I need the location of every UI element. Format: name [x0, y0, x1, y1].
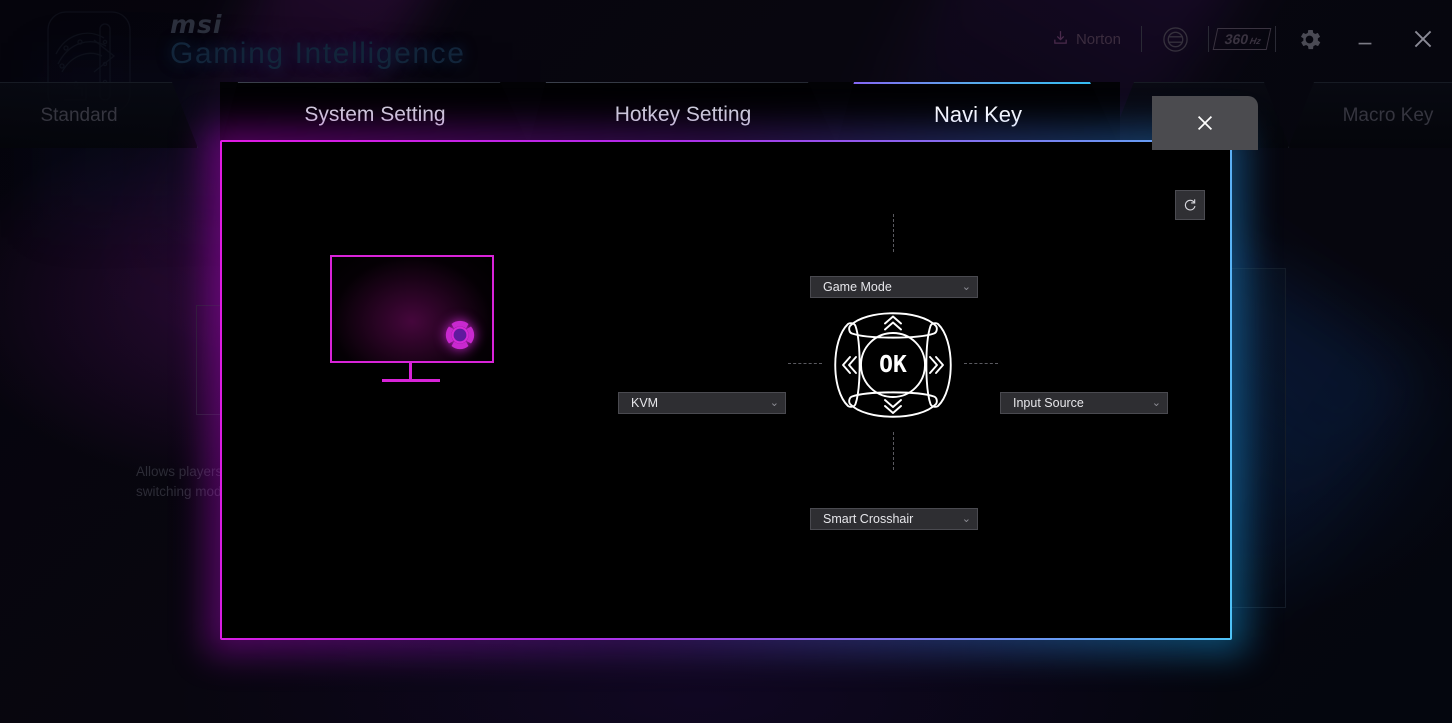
dropdown-down-function[interactable]: Smart Crosshair ⌄ — [810, 508, 978, 530]
dropdown-value: Input Source — [1013, 396, 1084, 410]
reset-icon — [1184, 199, 1196, 211]
dropdown-up-function[interactable]: Game Mode ⌄ — [810, 276, 978, 298]
norton-label: Norton — [1075, 30, 1121, 48]
dpad-down-button — [848, 391, 938, 418]
rgb-circle-icon[interactable] — [1148, 0, 1202, 78]
brand-msi-text: msi — [170, 10, 223, 39]
dropdown-value: Game Mode — [823, 280, 892, 294]
dpad-right-button — [925, 322, 952, 408]
dpad-up-button — [848, 312, 938, 339]
brand-block: msi Gaming Intelligence — [170, 12, 590, 74]
monitor-illustration — [330, 255, 500, 385]
dpad-ok-button — [860, 332, 926, 398]
refresh-rate-unit: Hz — [1248, 36, 1262, 46]
close-icon[interactable] — [1394, 0, 1452, 78]
navi-key-modal: OK Game Mode ⌄ KVM ⌄ Input Source ⌄ Smar… — [206, 126, 1246, 654]
app-header: msi Gaming Intelligence Norton 360 Hz — [0, 0, 1452, 113]
header-divider — [1141, 26, 1142, 52]
chevron-down-icon: ⌄ — [769, 396, 779, 409]
download-icon — [1052, 29, 1069, 50]
monitor-base — [382, 379, 440, 382]
dropdown-value: KVM — [631, 396, 659, 410]
modal-border: OK Game Mode ⌄ KVM ⌄ Input Source ⌄ Smar… — [220, 140, 1232, 640]
close-icon — [1197, 115, 1213, 131]
reset-button[interactable] — [1175, 190, 1205, 220]
tab-label: Hotkey Setting — [614, 103, 752, 126]
chevron-down-icon: ⌄ — [961, 280, 971, 293]
modal-body: OK Game Mode ⌄ KVM ⌄ Input Source ⌄ Smar… — [222, 142, 1230, 638]
dropdown-right-function[interactable]: Input Source ⌄ — [1000, 392, 1168, 414]
gear-icon[interactable] — [1282, 0, 1336, 78]
connector-line-up — [893, 214, 894, 252]
norton-item[interactable]: Norton — [1038, 0, 1135, 78]
refresh-rate-badge[interactable]: 360 Hz — [1212, 0, 1272, 78]
dropdown-left-function[interactable]: KVM ⌄ — [618, 392, 786, 414]
tab-label: System Setting — [304, 103, 446, 126]
chevron-down-icon: ⌄ — [961, 512, 971, 525]
connector-line-left — [788, 363, 822, 364]
connector-line-right — [964, 363, 998, 364]
dpad-left-button — [834, 322, 861, 408]
header-actions: Norton 360 Hz — [1038, 0, 1452, 78]
minimize-icon[interactable] — [1336, 0, 1394, 78]
app-root: msi Gaming Intelligence Norton 360 Hz St… — [0, 0, 1452, 723]
brand-title-text: Gaming Intelligence — [170, 37, 466, 70]
refresh-rate-value: 360 — [1223, 31, 1250, 47]
navi-key-glyph-icon — [438, 313, 482, 357]
dropdown-value: Smart Crosshair — [823, 512, 914, 526]
header-divider — [1275, 26, 1276, 52]
tab-label: Navi Key — [933, 102, 1023, 127]
header-divider — [1208, 26, 1209, 52]
navi-key-dpad: OK — [822, 292, 964, 438]
modal-close-button[interactable] — [1152, 96, 1258, 150]
chevron-down-icon: ⌄ — [1151, 396, 1161, 409]
